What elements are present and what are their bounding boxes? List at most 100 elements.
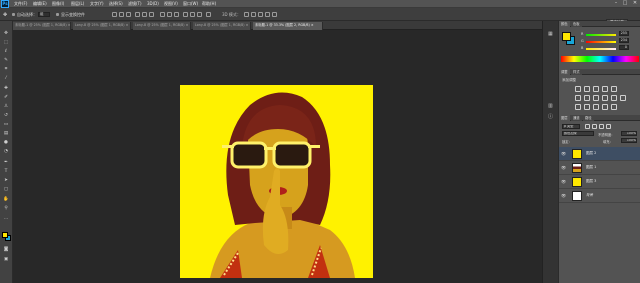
type-icon[interactable]: T	[3, 169, 9, 175]
history-brush-icon[interactable]: ↺	[3, 113, 9, 119]
menu-edit[interactable]: 编辑(E)	[33, 1, 47, 7]
3d-rotate-icon[interactable]	[244, 12, 249, 17]
tab-color[interactable]: 颜色	[559, 21, 570, 27]
opacity-input[interactable]: 100%	[621, 131, 637, 136]
document-tab-active[interactable]: 未标题-1 @ 33.3% (图层 2, RGB/8) ×	[253, 22, 323, 30]
shape-icon[interactable]: ▢	[3, 187, 9, 193]
green-slider[interactable]: G 234	[581, 38, 631, 44]
eye-icon[interactable]: 👁	[561, 165, 566, 170]
color-balance-icon[interactable]	[584, 95, 590, 101]
tab-layers[interactable]: 图层	[559, 115, 570, 121]
filter-pixel-icon[interactable]	[585, 124, 590, 129]
filter-shape-icon[interactable]	[606, 124, 611, 129]
menu-select[interactable]: 选择(S)	[109, 1, 123, 7]
gradient-map-icon[interactable]	[602, 104, 608, 110]
photo-filter-icon[interactable]	[602, 95, 608, 101]
exposure-icon[interactable]	[602, 86, 608, 92]
eye-icon[interactable]: 👁	[561, 151, 566, 156]
quick-selection-icon[interactable]: ✎	[3, 58, 9, 64]
blend-mode-dropdown[interactable]: 颜色加深	[562, 131, 594, 136]
distribute-top-icon[interactable]	[160, 12, 165, 17]
quick-mask-icon[interactable]: ◙	[3, 247, 9, 253]
minimize-button[interactable]: –	[612, 0, 620, 8]
eyedropper-icon[interactable]: ⁄	[3, 76, 9, 82]
more-tools-icon[interactable]: …	[3, 216, 9, 222]
filter-adjustment-icon[interactable]	[592, 124, 597, 129]
auto-align-icon[interactable]	[206, 12, 211, 17]
document-tab[interactable]: Lony-8 @ 25% (图层 1, RGB/8) ×	[193, 22, 251, 30]
eye-icon[interactable]: 👁	[561, 193, 566, 198]
align-right-icon[interactable]	[149, 12, 154, 17]
tab-swatches[interactable]: 色板	[571, 21, 582, 27]
tab-styles[interactable]: 样式	[571, 69, 582, 75]
distribute-vcenter-icon[interactable]	[167, 12, 172, 17]
clone-stamp-icon[interactable]: ♙	[3, 104, 9, 110]
black-white-icon[interactable]	[593, 95, 599, 101]
marquee-tool-icon[interactable]: ⬚	[3, 40, 9, 46]
checkbox-auto-select[interactable]	[12, 13, 15, 16]
document-tab[interactable]: Lony-8 @ 25% (图层 1, RGB/8) ×	[133, 22, 191, 30]
foreground-color-swatch[interactable]	[2, 232, 8, 238]
eye-icon[interactable]: 👁	[561, 179, 566, 184]
distribute-right-icon[interactable]	[197, 12, 202, 17]
auto-select-dropdown[interactable]: 组	[38, 12, 50, 17]
align-vcenter-icon[interactable]	[119, 12, 124, 17]
zoom-icon[interactable]: ⚲	[3, 206, 9, 212]
layer-row[interactable]: 👁 图层 2	[559, 147, 640, 161]
dodge-icon[interactable]: ◔	[3, 149, 9, 155]
distribute-bottom-icon[interactable]	[174, 12, 179, 17]
blur-icon[interactable]: ●	[3, 140, 9, 146]
menu-view[interactable]: 视图(V)	[164, 1, 178, 7]
layer-row[interactable]: 👁 图层 3	[559, 175, 640, 189]
3d-slide-icon[interactable]	[265, 12, 270, 17]
layer-row[interactable]: 👁 图层 1	[559, 161, 640, 175]
path-selection-icon[interactable]: ➤	[3, 178, 9, 184]
maximize-button[interactable]: □	[621, 0, 629, 8]
3d-drag-icon[interactable]	[258, 12, 263, 17]
layer-row[interactable]: 👁 背景	[559, 189, 640, 203]
info-panel-icon[interactable]: ⓘ	[548, 113, 553, 120]
menu-type[interactable]: 文字(Y)	[90, 1, 104, 7]
posterize-icon[interactable]	[584, 104, 590, 110]
3d-roll-icon[interactable]	[251, 12, 256, 17]
hue-saturation-icon[interactable]	[575, 95, 581, 101]
3d-scale-icon[interactable]	[272, 12, 277, 17]
eraser-icon[interactable]: ▭	[3, 122, 9, 128]
gradient-icon[interactable]: ▤	[3, 131, 9, 137]
history-panel-icon[interactable]: ▦	[548, 31, 553, 37]
menu-window[interactable]: 窗口(W)	[183, 1, 198, 7]
filter-type-icon[interactable]	[599, 124, 604, 129]
close-button[interactable]: ✕	[631, 0, 639, 8]
channel-mixer-icon[interactable]	[611, 95, 617, 101]
lasso-tool-icon[interactable]: ℓ	[3, 49, 9, 55]
tab-channels[interactable]: 通道	[571, 115, 582, 121]
selective-color-icon[interactable]	[611, 104, 617, 110]
vibrance-icon[interactable]	[611, 86, 617, 92]
color-panel-foreground-swatch[interactable]	[562, 32, 571, 41]
layer-filter-kind[interactable]: ρ 类型	[562, 124, 580, 129]
tab-adjustments[interactable]: 调整	[559, 69, 570, 75]
threshold-icon[interactable]	[593, 104, 599, 110]
tab-paths[interactable]: 路径	[583, 115, 594, 121]
checkbox-transform-controls[interactable]	[56, 13, 59, 16]
move-tool-preset-icon[interactable]: ✥	[3, 12, 7, 18]
brush-tool-icon[interactable]: ✐	[3, 95, 9, 101]
document-canvas[interactable]	[180, 85, 373, 278]
menu-file[interactable]: 文件(F)	[14, 1, 27, 7]
menu-help[interactable]: 帮助(H)	[202, 1, 216, 7]
invert-icon[interactable]	[575, 104, 581, 110]
align-bottom-icon[interactable]	[126, 12, 131, 17]
document-tab[interactable]: Lony-8 @ 25% (图层 1, RGB/8) ×	[73, 22, 131, 30]
align-hcenter-icon[interactable]	[142, 12, 147, 17]
color-lookup-icon[interactable]	[620, 95, 626, 101]
menu-3d[interactable]: 3D(D)	[147, 1, 159, 6]
pen-icon[interactable]: ✒	[3, 160, 9, 166]
menu-filter[interactable]: 滤镜(T)	[128, 1, 142, 7]
move-tool-icon[interactable]: ✥	[3, 31, 9, 37]
levels-icon[interactable]	[584, 86, 590, 92]
color-spectrum-bar[interactable]	[561, 56, 639, 62]
red-slider[interactable]: R 255	[581, 31, 631, 37]
menu-image[interactable]: 图像(I)	[52, 1, 64, 7]
align-left-icon[interactable]	[135, 12, 140, 17]
blue-slider[interactable]: B 0	[581, 45, 631, 51]
